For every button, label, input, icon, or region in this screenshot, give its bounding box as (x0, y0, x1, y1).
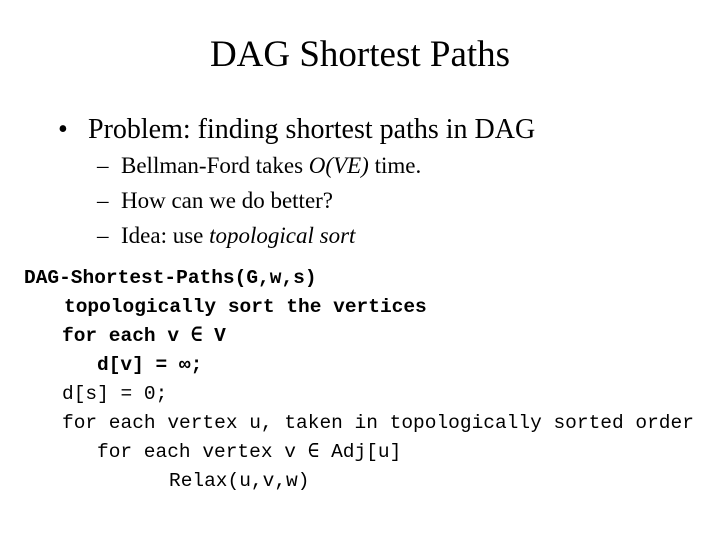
emphasis-text: topological sort (209, 223, 356, 248)
subbullet-text: How can we do better? (121, 188, 334, 213)
code-line: for each v ∈ V (62, 325, 226, 347)
bullet-text: Problem: finding shortest paths in DAG (88, 114, 536, 145)
subbullet-item: – How can we do better? (97, 186, 333, 216)
code-line: d[v] = ∞; (97, 354, 203, 376)
subbullet-text: Idea: use (121, 223, 210, 248)
bullet-marker: • (58, 114, 68, 145)
dash-marker: – (97, 188, 109, 213)
code-line: topologically sort the vertices (64, 296, 427, 318)
code-line: for each vertex u, taken in topologicall… (62, 412, 694, 434)
subbullet-text-suffix: time. (368, 153, 422, 178)
code-line: d[s] = 0; (62, 383, 168, 405)
slide-title: DAG Shortest Paths (209, 34, 511, 75)
complexity-text: O(VE) (308, 153, 369, 178)
code-line: for each vertex v ∈ Adj[u] (97, 441, 402, 463)
dash-marker: – (97, 223, 109, 248)
subbullet-text: Bellman-Ford takes (121, 153, 309, 178)
subbullet-item: – Idea: use topological sort (97, 221, 355, 251)
dash-marker: – (97, 153, 109, 178)
code-line: Relax(u,v,w) (169, 470, 310, 492)
bullet-item: • Problem: finding shortest paths in DAG (58, 112, 535, 148)
subbullet-item: – Bellman-Ford takes O(VE) time. (97, 151, 421, 181)
code-line-signature: DAG-Shortest-Paths(G,w,s) (24, 267, 317, 289)
